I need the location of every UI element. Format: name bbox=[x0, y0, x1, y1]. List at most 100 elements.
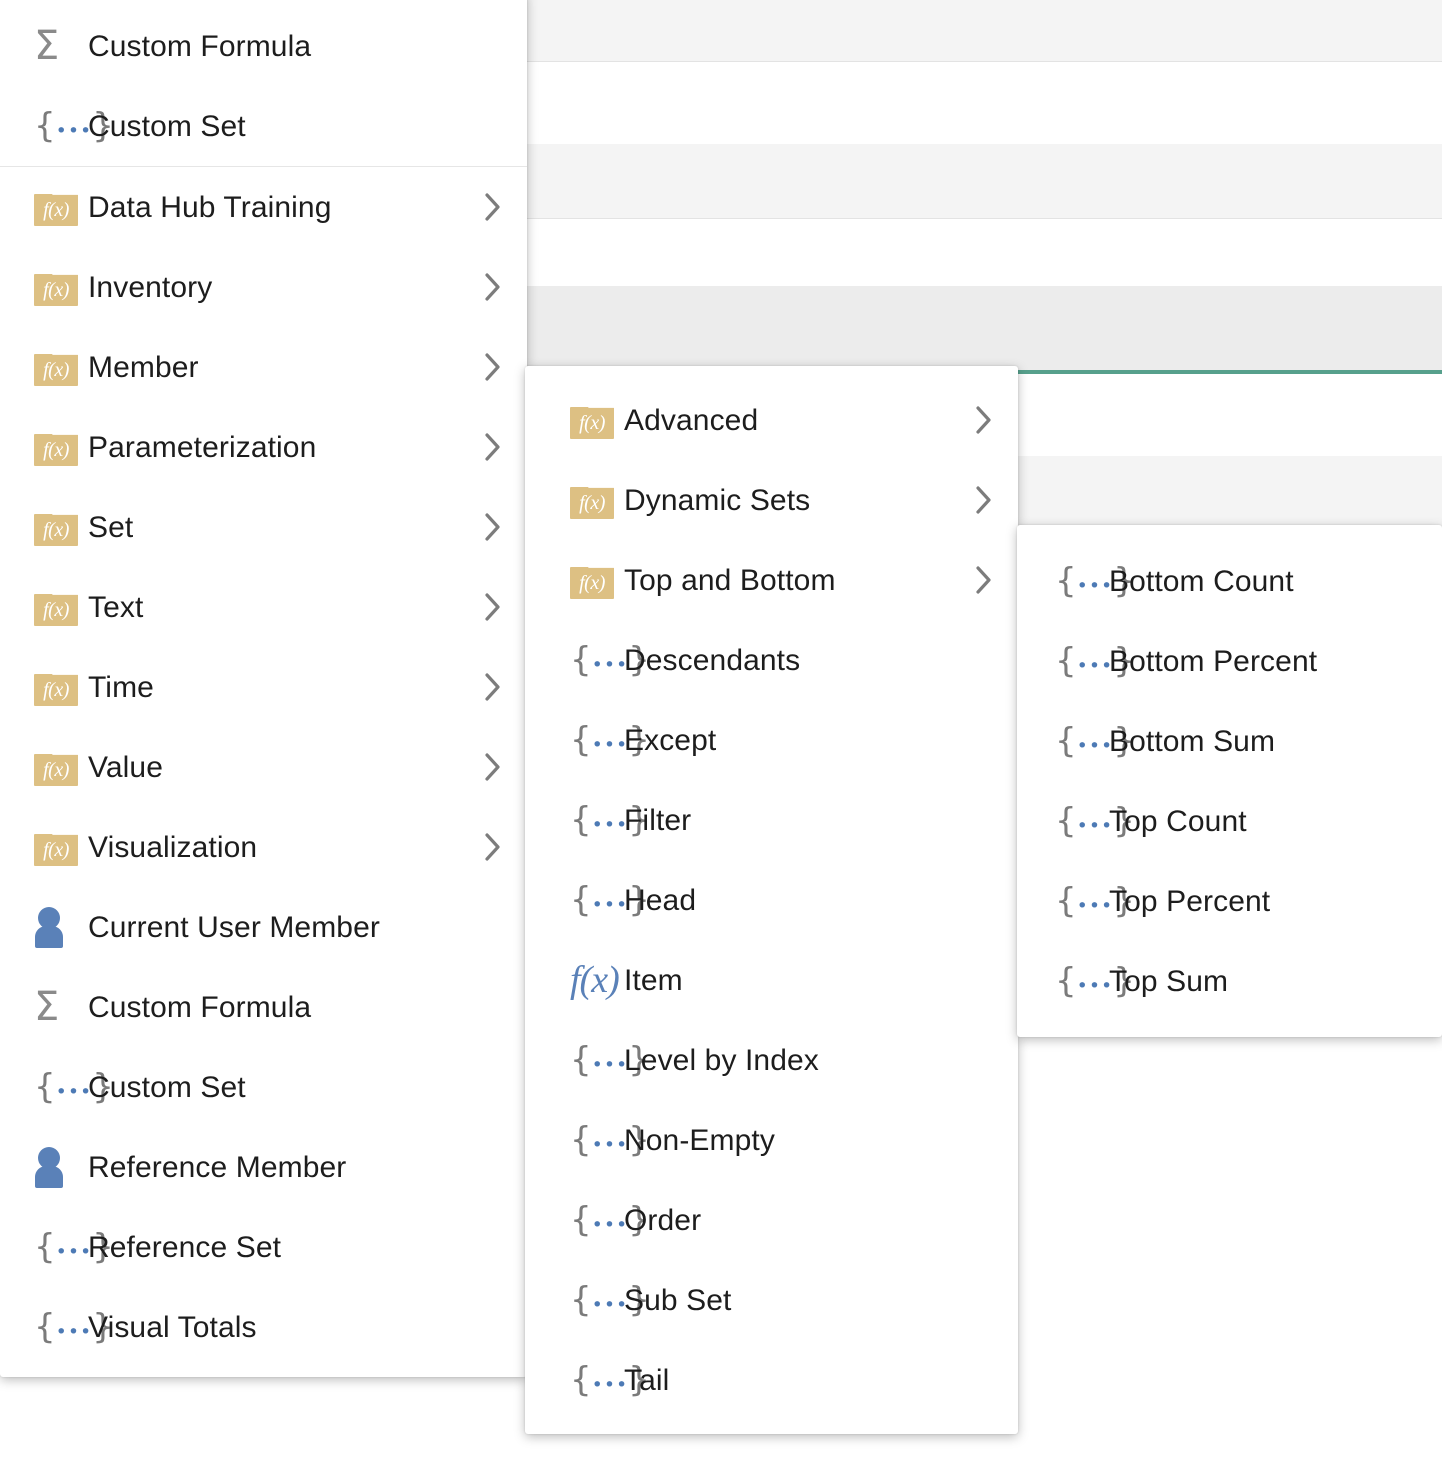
menu-item[interactable]: f(x)Parameterization bbox=[0, 407, 527, 487]
menu-item-label: Top Sum bbox=[1109, 965, 1388, 998]
chevron-right-icon bbox=[473, 351, 513, 383]
menu-item[interactable]: {•••}Bottom Percent bbox=[1017, 621, 1442, 701]
set-braces-icon: {•••} bbox=[570, 1203, 624, 1237]
function-folder-icon: f(x) bbox=[34, 748, 88, 786]
screen: ΣCustom Formula{•••}Custom Set f(x)Data … bbox=[0, 0, 1442, 1459]
set-braces-icon: {•••} bbox=[570, 1123, 624, 1157]
menu-item-label: Visual Totals bbox=[88, 1311, 473, 1344]
menu-item-label: Visualization bbox=[88, 831, 473, 864]
function-folder-icon: f(x) bbox=[34, 508, 88, 546]
menu-item-label: Level by Index bbox=[624, 1044, 964, 1077]
menu-item-label: Tail bbox=[624, 1364, 964, 1397]
set-braces-icon: {•••} bbox=[570, 1283, 624, 1317]
menu-item-label: Member bbox=[88, 351, 473, 384]
menu-item[interactable]: {•••}Non-Empty bbox=[525, 1100, 1018, 1180]
menu-item-label: Data Hub Training bbox=[88, 191, 473, 224]
set-braces-icon: {•••} bbox=[1055, 804, 1109, 838]
menu-item[interactable]: {•••}Bottom Count bbox=[1017, 541, 1442, 621]
menu-item[interactable]: ΣCustom Formula bbox=[0, 967, 527, 1047]
menu-item-label: Dynamic Sets bbox=[624, 484, 964, 517]
root-menu-main-group: f(x)Data Hub Trainingf(x)Inventoryf(x)Me… bbox=[0, 167, 527, 1367]
set-braces-icon: {•••} bbox=[1055, 644, 1109, 678]
menu-item-label: Non-Empty bbox=[624, 1124, 964, 1157]
set-braces-icon: {•••} bbox=[570, 643, 624, 677]
set-submenu[interactable]: f(x)Advancedf(x)Dynamic Setsf(x)Top and … bbox=[525, 366, 1018, 1434]
menu-item[interactable]: f(x)Visualization bbox=[0, 807, 527, 887]
menu-item-label: Advanced bbox=[624, 404, 964, 437]
menu-item[interactable]: {•••}Bottom Sum bbox=[1017, 701, 1442, 781]
menu-item-label: Bottom Count bbox=[1109, 565, 1388, 598]
menu-item[interactable]: {•••}Order bbox=[525, 1180, 1018, 1260]
menu-item-label: Custom Formula bbox=[88, 30, 473, 63]
function-folder-icon: f(x) bbox=[34, 668, 88, 706]
menu-item[interactable]: {•••}Head bbox=[525, 860, 1018, 940]
set-braces-icon: {•••} bbox=[570, 803, 624, 837]
menu-item[interactable]: {•••}Custom Set bbox=[0, 86, 527, 166]
menu-item[interactable]: {•••}Reference Set bbox=[0, 1207, 527, 1287]
menu-item-label: Custom Set bbox=[88, 110, 473, 143]
menu-item-label: Except bbox=[624, 724, 964, 757]
chevron-right-icon bbox=[964, 484, 1004, 516]
set-submenu-group: f(x)Advancedf(x)Dynamic Setsf(x)Top and … bbox=[525, 380, 1018, 1420]
menu-item-label: Item bbox=[624, 964, 964, 997]
menu-item[interactable]: f(x)Value bbox=[0, 727, 527, 807]
set-braces-icon: {•••} bbox=[34, 1230, 88, 1264]
menu-item[interactable]: {•••}Level by Index bbox=[525, 1020, 1018, 1100]
set-braces-icon: {•••} bbox=[1055, 564, 1109, 598]
chevron-right-icon bbox=[473, 191, 513, 223]
menu-item[interactable]: f(x)Inventory bbox=[0, 247, 527, 327]
menu-item[interactable]: {•••}Sub Set bbox=[525, 1260, 1018, 1340]
menu-item[interactable]: Current User Member bbox=[0, 887, 527, 967]
function-folder-icon: f(x) bbox=[34, 428, 88, 466]
top-and-bottom-submenu-group: {•••}Bottom Count{•••}Bottom Percent{•••… bbox=[1017, 541, 1442, 1021]
set-braces-icon: {•••} bbox=[34, 1070, 88, 1104]
calculation-root-menu[interactable]: ΣCustom Formula{•••}Custom Set f(x)Data … bbox=[0, 0, 527, 1377]
set-braces-icon: {•••} bbox=[570, 723, 624, 757]
function-folder-icon: f(x) bbox=[34, 348, 88, 386]
menu-item-label: Sub Set bbox=[624, 1284, 964, 1317]
function-folder-icon: f(x) bbox=[34, 268, 88, 306]
menu-item[interactable]: f(x)Member bbox=[0, 327, 527, 407]
menu-item-label: Parameterization bbox=[88, 431, 473, 464]
set-braces-icon: {•••} bbox=[1055, 884, 1109, 918]
menu-item-label: Top Count bbox=[1109, 805, 1388, 838]
menu-item[interactable]: {•••}Top Percent bbox=[1017, 861, 1442, 941]
menu-item-label: Custom Formula bbox=[88, 991, 473, 1024]
menu-item[interactable]: {•••}Visual Totals bbox=[0, 1287, 527, 1367]
menu-item-label: Time bbox=[88, 671, 473, 704]
chevron-right-icon bbox=[964, 564, 1004, 596]
menu-item[interactable]: f(x)Item bbox=[525, 940, 1018, 1020]
menu-item[interactable]: {•••}Tail bbox=[525, 1340, 1018, 1420]
menu-item[interactable]: f(x)Data Hub Training bbox=[0, 167, 527, 247]
person-icon bbox=[34, 907, 88, 947]
menu-item[interactable]: {•••}Top Count bbox=[1017, 781, 1442, 861]
menu-item[interactable]: {•••}Descendants bbox=[525, 620, 1018, 700]
function-folder-icon: f(x) bbox=[570, 561, 624, 599]
menu-item[interactable]: f(x)Advanced bbox=[525, 380, 1018, 460]
chevron-right-icon bbox=[473, 751, 513, 783]
menu-item[interactable]: {•••}Except bbox=[525, 700, 1018, 780]
function-folder-icon: f(x) bbox=[570, 401, 624, 439]
menu-item[interactable]: f(x)Set bbox=[0, 487, 527, 567]
menu-item[interactable]: f(x)Top and Bottom bbox=[525, 540, 1018, 620]
menu-item-label: Current User Member bbox=[88, 911, 473, 944]
set-braces-icon: {•••} bbox=[570, 883, 624, 917]
menu-item[interactable]: {•••}Filter bbox=[525, 780, 1018, 860]
set-braces-icon: {•••} bbox=[570, 1043, 624, 1077]
menu-item-label: Bottom Sum bbox=[1109, 725, 1388, 758]
menu-item[interactable]: {•••}Top Sum bbox=[1017, 941, 1442, 1021]
menu-item[interactable]: ΣCustom Formula bbox=[0, 6, 527, 86]
set-braces-icon: {•••} bbox=[34, 1310, 88, 1344]
chevron-right-icon bbox=[473, 431, 513, 463]
menu-item[interactable]: Reference Member bbox=[0, 1127, 527, 1207]
menu-item-label: Top and Bottom bbox=[624, 564, 964, 597]
menu-item[interactable]: f(x)Time bbox=[0, 647, 527, 727]
menu-item-label: Reference Member bbox=[88, 1151, 473, 1184]
top-and-bottom-submenu[interactable]: {•••}Bottom Count{•••}Bottom Percent{•••… bbox=[1017, 525, 1442, 1037]
menu-item-label: Head bbox=[624, 884, 964, 917]
menu-item[interactable]: f(x)Text bbox=[0, 567, 527, 647]
sigma-icon: Σ bbox=[34, 987, 88, 1027]
menu-item[interactable]: {•••}Custom Set bbox=[0, 1047, 527, 1127]
menu-item[interactable]: f(x)Dynamic Sets bbox=[525, 460, 1018, 540]
menu-item-label: Order bbox=[624, 1204, 964, 1237]
